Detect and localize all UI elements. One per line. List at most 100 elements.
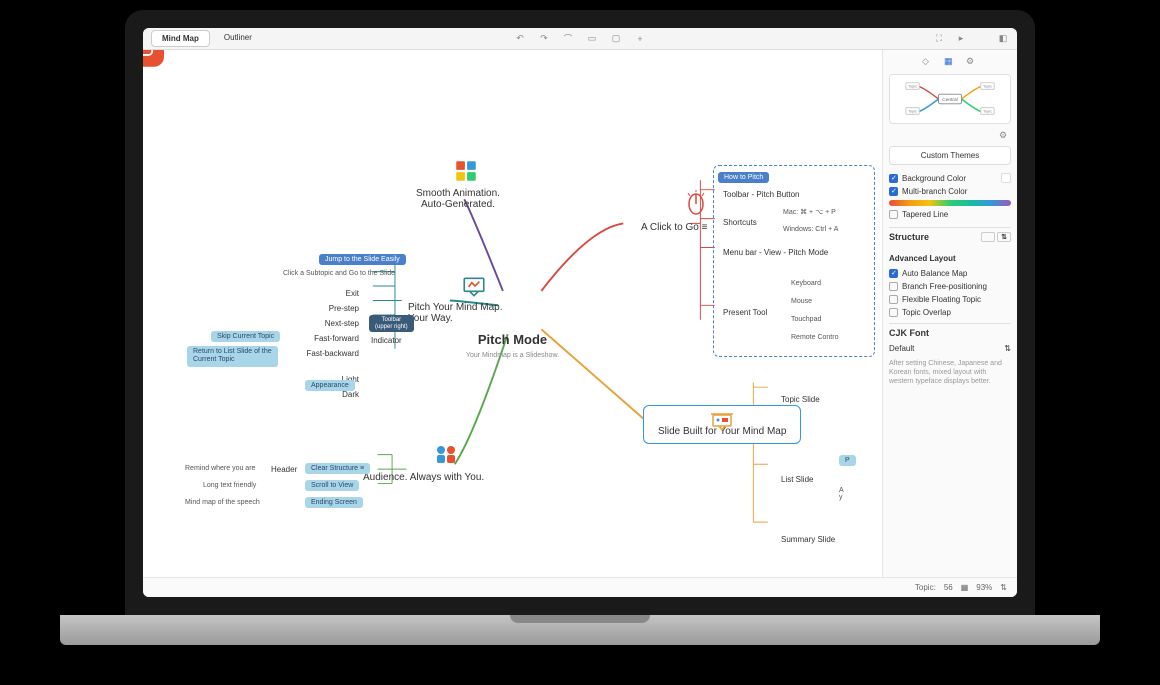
pill-skip-current[interactable]: Skip Current Topic <box>211 331 280 342</box>
cjk-font-value[interactable]: Default <box>889 344 914 353</box>
note-icon[interactable]: ▭ <box>586 33 598 45</box>
play-icon[interactable]: ▸ <box>955 33 967 45</box>
text-click-subtopic: Click a Subtopic and Go to the Slide <box>283 270 395 277</box>
checkbox-overlap[interactable] <box>889 308 898 317</box>
checkbox-branch-free[interactable] <box>889 282 898 291</box>
svg-text:Topic: Topic <box>983 109 992 113</box>
toolbar-right: ⛶ ▸ ◧ <box>933 33 1009 45</box>
top-toolbar: Mind Map Outliner ↶ ↷ ⌒ ▭ ▢ + ⛶ ▸ ◧ <box>143 28 1017 50</box>
sidebar-tab-settings-icon[interactable]: ⚙ <box>966 56 978 68</box>
heading-cjk: CJK Font <box>889 323 1011 342</box>
status-zoom-stepper-icon[interactable]: ⇅ <box>1000 583 1007 592</box>
pill-list-p[interactable]: P <box>839 455 856 466</box>
sidebar-tab-style-icon[interactable]: ◇ <box>922 56 934 68</box>
pill-scroll-view[interactable]: Scroll to View <box>305 480 359 491</box>
branch-pitch-your-mind-map[interactable]: Pitch Your Mind Map. Your Way. <box>408 302 503 324</box>
checkbox-multibranch[interactable] <box>889 187 898 196</box>
branch-slide-built[interactable]: Slide Built for Your Mind Map <box>643 405 801 444</box>
icon-click <box>685 190 707 218</box>
icon-pitch <box>461 274 487 302</box>
svg-text:Topic: Topic <box>908 109 917 113</box>
label-tapered: Tapered Line <box>902 210 948 219</box>
icon-audience <box>433 442 463 470</box>
fullscreen-icon[interactable]: ⛶ <box>933 33 945 45</box>
leaf-mac-shortcut: Mac: ⌘ + ⌥ + P <box>783 208 836 216</box>
pill-ending-screen[interactable]: Ending Screen <box>305 497 363 508</box>
leaf-fast-backward[interactable]: Fast-backward <box>302 349 359 358</box>
pill-appearance[interactable]: Appearance <box>305 380 355 391</box>
heading-structure: Structure ⇅ <box>889 227 1011 246</box>
leaf-present-tool[interactable]: Present Tool <box>723 308 767 317</box>
view-tabs: Mind Map Outliner <box>151 30 262 47</box>
leaf-topic-slide[interactable]: Topic Slide <box>781 395 820 404</box>
panel-toggle-icon[interactable]: ◧ <box>997 33 1009 45</box>
label-flexible: Flexible Floating Topic <box>902 295 981 304</box>
text-mindmap-speech: Mind map of the speech <box>185 499 260 506</box>
text-remind: Remind where you are <box>185 465 255 472</box>
svg-text:Topic: Topic <box>908 84 917 88</box>
branch-label-line1: Smooth Animation. <box>416 188 500 199</box>
pill-return-list[interactable]: Return to List Slide of theCurrent Topic <box>187 346 278 367</box>
tab-mind-map[interactable]: Mind Map <box>151 30 210 47</box>
leaf-dark[interactable]: Dark <box>302 390 359 399</box>
theme-preview[interactable]: Central Topic Topic Topic Topic <box>889 74 1011 124</box>
branch-smooth-animation[interactable]: Smooth Animation. Auto-Generated. <box>416 188 500 210</box>
checkbox-auto-balance[interactable] <box>889 269 898 278</box>
leaf-toolbar-pitch[interactable]: Toolbar - Pitch Button <box>723 190 799 199</box>
leaf-next-step[interactable]: Next-step <box>302 319 359 328</box>
label-background-color: Background Color <box>902 174 966 183</box>
theme-settings-icon[interactable]: ⚙ <box>999 130 1011 142</box>
status-zoom[interactable]: 93% <box>976 583 992 592</box>
checkbox-background-color[interactable] <box>889 174 898 183</box>
leaf-pre-step[interactable]: Pre-step <box>302 304 359 313</box>
leaf-header[interactable]: Header <box>271 465 297 474</box>
pill-jump-to-slide[interactable]: Jump to the Slide Easily <box>319 254 406 265</box>
custom-themes-button[interactable]: Custom Themes <box>889 146 1011 165</box>
sidebar-tab-format-icon[interactable]: ▦ <box>944 56 956 68</box>
leaf-win-shortcut: Windows: Ctrl + A <box>783 226 838 233</box>
branch-click-to-go[interactable]: A Click to Go ≡ <box>641 222 707 233</box>
pill-how-to-pitch[interactable]: How to Pitch <box>718 172 769 183</box>
cjk-footnote: After setting Chinese, Japanese and Kore… <box>889 359 1011 386</box>
branch-audience[interactable]: Audience. Always with You. <box>363 472 484 483</box>
leaf-exit[interactable]: Exit <box>319 289 359 298</box>
leaf-shortcuts[interactable]: Shortcuts <box>723 218 757 227</box>
leaf-fast-forward[interactable]: Fast-forward <box>302 334 359 343</box>
label-indicator[interactable]: Indicator <box>371 336 402 345</box>
status-map-icon[interactable]: ▦ <box>961 583 969 592</box>
leaf-list-slide[interactable]: List Slide <box>781 475 813 484</box>
icon-animation <box>453 158 479 186</box>
leaf-list-a: Ay <box>839 487 844 501</box>
boundary-icon[interactable]: ▢ <box>610 33 622 45</box>
attachment-icon[interactable]: ⌒ <box>562 33 574 45</box>
cjk-font-stepper-icon[interactable]: ⇅ <box>1004 344 1011 353</box>
text-long-text: Long text friendly <box>203 482 256 489</box>
laptop-base <box>60 615 1100 645</box>
central-node[interactable] <box>143 50 164 67</box>
pill-clear-structure[interactable]: Clear Structure ≡ <box>305 463 370 474</box>
redo-icon[interactable]: ↷ <box>538 33 550 45</box>
leaf-summary-slide[interactable]: Summary Slide <box>781 535 835 544</box>
heading-advanced-layout: Advanced Layout <box>889 250 1011 267</box>
swatch-background[interactable] <box>1001 173 1011 183</box>
checkbox-tapered[interactable] <box>889 210 898 219</box>
undo-icon[interactable]: ↶ <box>514 33 526 45</box>
svg-text:Central: Central <box>942 97 957 103</box>
sidebar-tabs: ◇ ▦ ⚙ <box>889 56 1011 68</box>
leaf-keyboard: Keyboard <box>791 280 821 287</box>
label-overlap: Topic Overlap <box>902 308 951 317</box>
canvas[interactable]: Pitch Mode Your Mindmap is a Slideshow. … <box>143 50 882 577</box>
tab-outliner[interactable]: Outliner <box>214 30 262 47</box>
leaf-menubar[interactable]: Menu bar - View - Pitch Mode <box>723 248 828 257</box>
add-icon[interactable]: + <box>634 33 646 45</box>
structure-selector[interactable]: ⇅ <box>981 232 1011 242</box>
branch-label-line2: Your Way. <box>408 313 503 324</box>
checkbox-flexible[interactable] <box>889 295 898 304</box>
leaf-touchpad: Touchpad <box>791 316 821 323</box>
icon-slide <box>710 412 734 434</box>
label-branch-free: Branch Free-positioning <box>902 282 987 291</box>
tooltip-indicator: Toolbar(upper right) <box>369 315 414 332</box>
multibranch-gradient[interactable] <box>889 200 1011 206</box>
central-title: Pitch Mode <box>478 332 547 347</box>
branch-label-line2: Auto-Generated. <box>416 199 500 210</box>
